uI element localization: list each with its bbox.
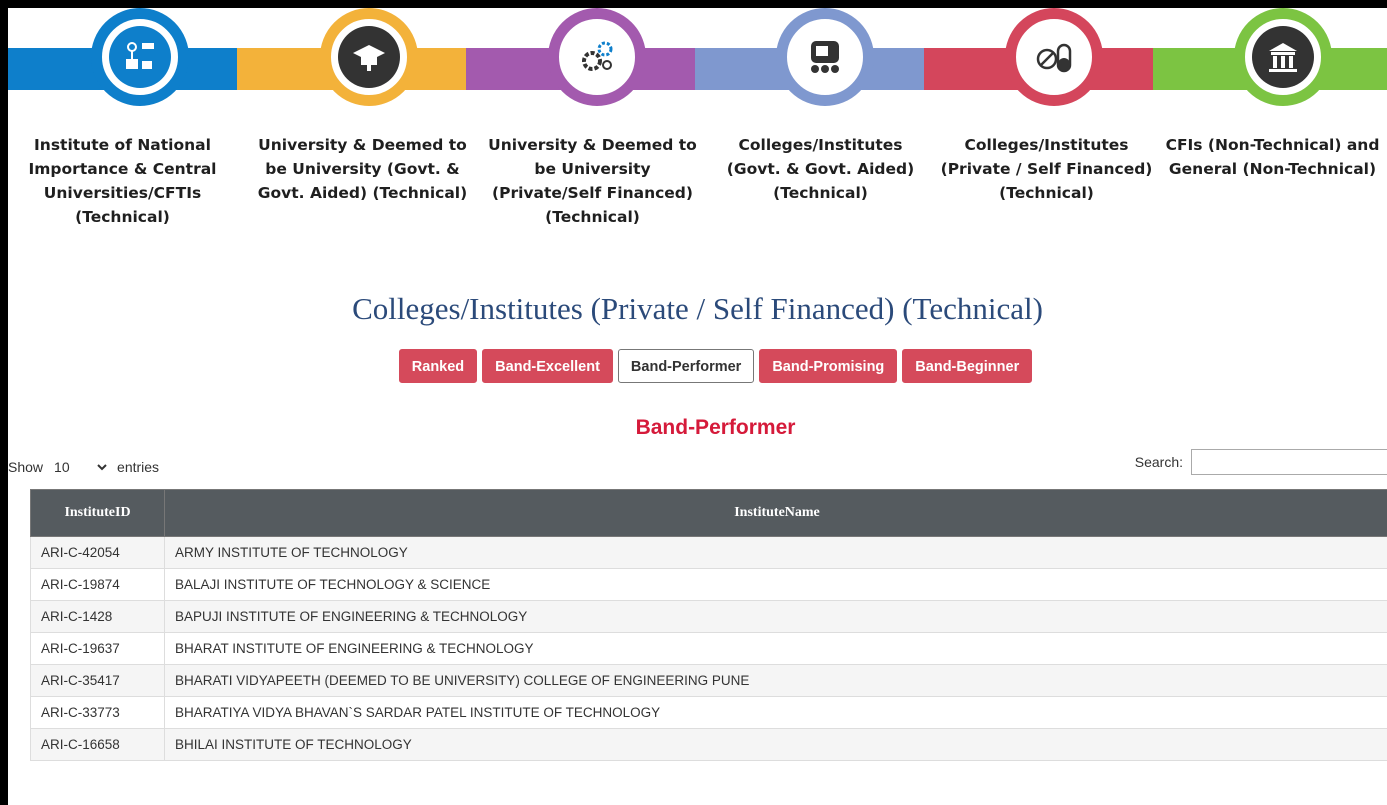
label-line: be University bbox=[534, 160, 651, 178]
category-2-button[interactable] bbox=[320, 8, 418, 106]
category-3-label[interactable]: University & Deemed to be University (Pr… bbox=[478, 133, 707, 229]
institute-id-cell: ARI-C-35417 bbox=[30, 664, 165, 697]
category-4-label[interactable]: Colleges/Institutes (Govt. & Govt. Aided… bbox=[706, 133, 935, 205]
label-line: Institute of National bbox=[34, 136, 211, 154]
category-2-label[interactable]: University & Deemed to be University (Go… bbox=[248, 133, 477, 205]
institute-id-cell: ARI-C-16658 bbox=[30, 728, 165, 761]
label-line: (Govt. & Govt. Aided) bbox=[726, 160, 915, 178]
label-line: Universities/CFTIs bbox=[43, 184, 202, 202]
tab-band-promising[interactable]: Band-Promising bbox=[759, 349, 898, 383]
institute-id-cell: ARI-C-1428 bbox=[30, 600, 165, 633]
page: Institute of National Importance & Centr… bbox=[8, 8, 1387, 805]
label-line: (Private / Self Financed) bbox=[940, 160, 1153, 178]
search-input[interactable] bbox=[1191, 449, 1387, 475]
column-header-institute-id[interactable]: InstituteID bbox=[30, 489, 165, 537]
search-label: Search: bbox=[1134, 454, 1183, 470]
institutes-table: InstituteID InstituteName ARI-C-42054 ARM… bbox=[30, 489, 1387, 761]
table-header-row: InstituteID InstituteName bbox=[30, 489, 1387, 537]
category-3-button[interactable] bbox=[548, 8, 646, 106]
institute-name-cell: ARMY INSTITUTE OF TECHNOLOGY bbox=[164, 536, 1387, 569]
label-line: (Technical) bbox=[75, 208, 170, 226]
label-line: Colleges/Institutes bbox=[964, 136, 1129, 154]
label-line: General (Non-Technical) bbox=[1168, 160, 1377, 178]
label-line: CFIs (Non-Technical) and bbox=[1165, 136, 1380, 154]
institute-name-cell: BHARATI VIDYAPEETH (DEEMED TO BE UNIVERS… bbox=[164, 664, 1387, 697]
category-1-label[interactable]: Institute of National Importance & Centr… bbox=[8, 133, 237, 229]
table-row: ARI-C-16658 BHILAI INSTITUTE OF TECHNOLOG… bbox=[30, 728, 1387, 761]
category-1-button[interactable] bbox=[91, 8, 189, 106]
network-icon bbox=[109, 26, 171, 88]
label-line: Colleges/Institutes bbox=[738, 136, 903, 154]
category-5-label[interactable]: Colleges/Institutes (Private / Self Fina… bbox=[932, 133, 1161, 205]
category-5-button[interactable] bbox=[1005, 8, 1103, 106]
label-line: (Technical) bbox=[999, 184, 1094, 202]
band-tabs: Ranked Band-Excellent Band-Performer Ban… bbox=[8, 349, 1387, 383]
graduation-icon bbox=[338, 26, 400, 88]
gears-icon bbox=[566, 26, 628, 88]
tab-band-beginner[interactable]: Band-Beginner bbox=[902, 349, 1033, 383]
category-6-button[interactable] bbox=[1234, 8, 1332, 106]
label-line: Govt. Aided) (Technical) bbox=[257, 184, 468, 202]
institute-name-cell: BHARATIYA VIDYA BHAVAN`S SARDAR PATEL IN… bbox=[164, 696, 1387, 729]
institute-name-cell: BHILAI INSTITUTE OF TECHNOLOGY bbox=[164, 728, 1387, 761]
classroom-icon bbox=[794, 26, 856, 88]
institute-id-cell: ARI-C-19874 bbox=[30, 568, 165, 601]
page-title: Colleges/Institutes (Private / Self Fina… bbox=[352, 291, 1043, 326]
entries-select[interactable]: 10 bbox=[49, 453, 112, 481]
show-label: Show bbox=[8, 459, 44, 475]
search-control: Search: bbox=[1135, 449, 1387, 475]
institute-name-cell: BHARAT INSTITUTE OF ENGINEERING & TECHNO… bbox=[164, 632, 1387, 665]
institute-id-cell: ARI-C-42054 bbox=[30, 536, 165, 569]
category-6-label[interactable]: CFIs (Non-Technical) and General (Non-Te… bbox=[1158, 133, 1387, 181]
label-line: be University (Govt. & bbox=[265, 160, 460, 178]
label-line: (Technical) bbox=[545, 208, 640, 226]
tab-band-excellent[interactable]: Band-Excellent bbox=[482, 349, 613, 383]
table-row: ARI-C-42054 ARMY INSTITUTE OF TECHNOLOGY bbox=[30, 536, 1387, 569]
institute-id-cell: ARI-C-33773 bbox=[30, 696, 165, 729]
table-row: ARI-C-19637 BHARAT INSTITUTE OF ENGINEERI… bbox=[30, 632, 1387, 665]
table-row: ARI-C-1428 BAPUJI INSTITUTE OF ENGINEERIN… bbox=[30, 600, 1387, 633]
pill-icon bbox=[1023, 26, 1085, 88]
category-ribbon: Institute of National Importance & Centr… bbox=[8, 8, 1387, 226]
category-4-button[interactable] bbox=[776, 8, 874, 106]
label-line: (Technical) bbox=[773, 184, 868, 202]
entries-length-control: Show 10 entries bbox=[8, 453, 159, 481]
column-header-institute-name[interactable]: InstituteName bbox=[164, 489, 1387, 537]
table-row: ARI-C-35417 BHARATI VIDYAPEETH (DEEMED TO… bbox=[30, 664, 1387, 697]
table-row: ARI-C-19874 BALAJI INSTITUTE OF TECHNOLOG… bbox=[30, 568, 1387, 601]
entries-label: entries bbox=[117, 459, 160, 475]
tab-band-performer[interactable]: Band-Performer bbox=[617, 349, 755, 383]
label-line: (Private/Self Financed) bbox=[492, 184, 693, 202]
label-line: University & Deemed to bbox=[258, 136, 467, 154]
building-icon bbox=[1252, 26, 1314, 88]
institute-name-cell: BALAJI INSTITUTE OF TECHNOLOGY & SCIENCE bbox=[164, 568, 1387, 601]
institute-id-cell: ARI-C-19637 bbox=[30, 632, 165, 665]
institute-name-cell: BAPUJI INSTITUTE OF ENGINEERING & TECHNO… bbox=[164, 600, 1387, 633]
table-row: ARI-C-33773 BHARATIYA VIDYA BHAVAN`S SARD… bbox=[30, 696, 1387, 729]
label-line: Importance & Central bbox=[28, 160, 217, 178]
section-heading: Band-Performer bbox=[635, 416, 796, 439]
label-line: University & Deemed to bbox=[488, 136, 697, 154]
tab-ranked[interactable]: Ranked bbox=[398, 349, 478, 383]
